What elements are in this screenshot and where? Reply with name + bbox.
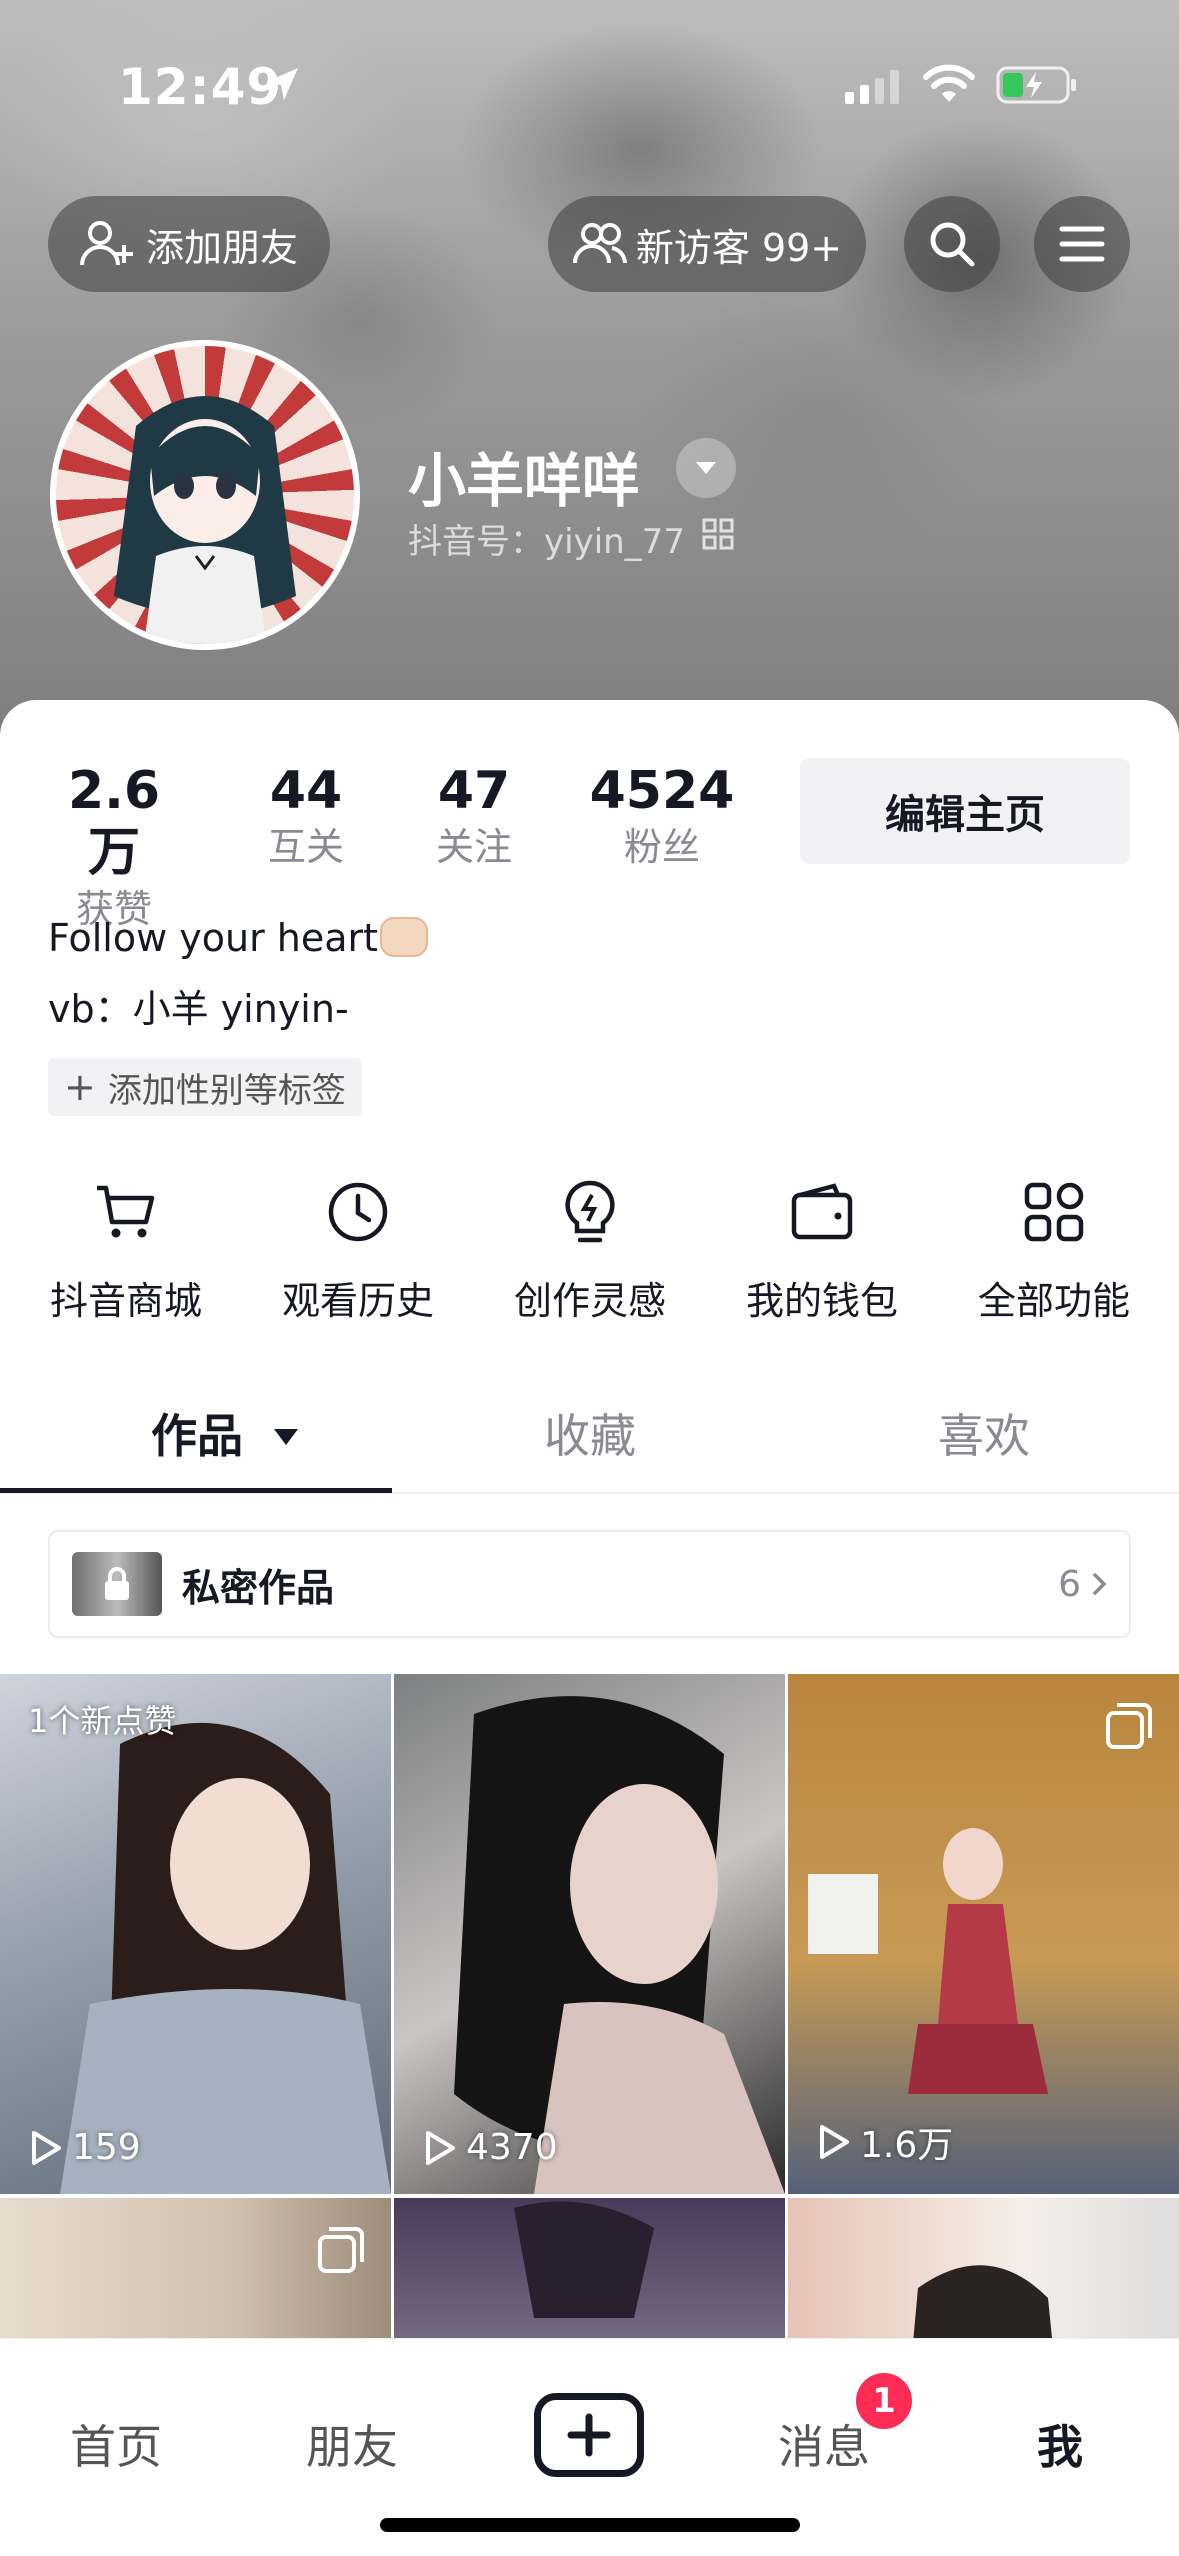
plus-icon [567,2413,611,2457]
stat-value: 47 [437,761,511,821]
plus-icon: + [64,1065,96,1109]
tab-likes[interactable]: 喜欢 [834,1400,1134,1470]
stat-mutual[interactable]: 44 互关 [236,760,376,872]
search-icon [930,222,975,267]
clock-icon [328,1182,388,1242]
wallet-icon [791,1183,853,1240]
cellular-signal-icon [845,70,899,104]
new-likes-badge: 1个新点赞 [28,1702,177,1740]
play-icon [32,2130,61,2165]
stat-label: 互关 [267,825,344,869]
view-count: 4370 [424,2127,558,2168]
nav-home[interactable]: 首页 [16,2411,216,2477]
add-friend-button[interactable]: 添加朋友 [48,196,330,292]
add-friend-label: 添加朋友 [145,225,298,270]
edit-profile-button[interactable]: 编辑主页 [800,758,1130,864]
view-count-value: 1.6万 [860,2125,954,2166]
view-count-value: 4370 [466,2127,558,2168]
messages-badge: 1 [856,2373,912,2429]
location-arrow-icon [266,68,298,100]
stat-following[interactable]: 47 关注 [404,760,544,872]
private-works-label: 私密作品 [182,1565,335,1610]
lightbulb-icon [565,1180,615,1243]
profile-header-background: 12:49 添加朋友 新访客 99+ 小羊咩咩 抖音号：yiyin_77 [0,0,1179,760]
bio-line-1: Follow your heart [48,916,429,960]
feature-all[interactable]: 全部功能 [954,1176,1154,1325]
menu-button[interactable] [1034,196,1130,292]
nav-me[interactable]: 我 [960,2411,1160,2477]
stat-followers[interactable]: 4524 粉丝 [580,760,744,872]
stat-likes[interactable]: 2.6万 获赞 [44,760,184,934]
feature-mall[interactable]: 抖音商城 [26,1176,226,1325]
add-tag-label: 添加性别等标签 [107,1070,346,1111]
video-thumbnail[interactable]: 1个新点赞 159 [0,1674,391,2194]
status-bar: 12:49 [0,0,1179,150]
tab-works[interactable]: 作品 [60,1400,390,1470]
play-icon [820,2125,849,2159]
play-icon [426,2130,455,2165]
view-count: 1.6万 [818,2116,953,2168]
fist-emoji-icon [380,917,429,957]
feature-label: 全部功能 [977,1279,1130,1323]
add-tag-button[interactable]: + 添加性别等标签 [48,1058,362,1116]
wifi-icon [923,64,975,102]
stat-value: 4524 [589,761,735,821]
douyin-id: 抖音号：yiyin_77 [408,522,685,562]
avatar-illustration [114,396,296,644]
new-visitors-label: 新访客 99+ [635,225,843,270]
private-thumbnail [72,1552,162,1616]
active-tab-indicator [0,1488,392,1493]
lock-icon [105,1567,129,1600]
account-switch-dropdown[interactable] [676,438,736,498]
status-time: 12:49 [118,58,283,116]
qr-code-icon[interactable] [702,518,734,550]
search-button[interactable] [904,196,1000,292]
feature-wallet[interactable]: 我的钱包 [722,1176,922,1325]
feature-label: 观看历史 [281,1279,434,1323]
private-works-count: 6 [1058,1563,1081,1605]
hamburger-menu-icon [1059,226,1105,262]
private-works-bar[interactable]: 私密作品 6 [48,1530,1131,1638]
stat-label: 关注 [435,825,512,869]
bio-text: Follow your heart [48,916,379,960]
feature-label: 我的钱包 [745,1279,898,1323]
video-thumbnail[interactable]: 1.6万 [788,1674,1179,2194]
video-thumbnail[interactable]: 4370 [394,1674,785,2194]
stat-label: 粉丝 [623,825,700,869]
visitors-icon [572,223,627,264]
battery-charging-icon [996,66,1076,104]
create-post-button[interactable] [534,2393,644,2477]
view-count-value: 159 [72,2127,141,2168]
multi-image-icon [1106,1703,1152,1749]
multi-image-icon [318,2227,364,2273]
chevron-down-icon [696,462,716,474]
new-visitors-button[interactable]: 新访客 99+ [548,196,866,292]
tab-label: 作品 [150,1409,243,1463]
stat-value: 44 [269,761,343,821]
grid-icon [1024,1182,1084,1242]
profile-nickname: 小羊咩咩 [408,447,641,515]
caret-down-icon [274,1429,298,1445]
avatar[interactable] [50,340,360,650]
feature-inspiration[interactable]: 创作灵感 [490,1176,690,1325]
bio-line-2: vb：小羊 yinyin- [48,987,349,1031]
add-person-icon [79,221,133,266]
nav-friends[interactable]: 朋友 [252,2411,452,2477]
feature-label: 创作灵感 [513,1279,666,1323]
home-indicator [380,2518,800,2532]
stat-value: 2.6万 [67,761,161,883]
view-count: 159 [30,2127,141,2168]
cart-icon [97,1185,155,1238]
chevron-right-icon [1092,1572,1107,1596]
tab-favorites[interactable]: 收藏 [440,1400,740,1470]
video-cover-image [454,1696,785,2194]
feature-label: 抖音商城 [49,1279,202,1323]
feature-history[interactable]: 观看历史 [258,1176,458,1325]
